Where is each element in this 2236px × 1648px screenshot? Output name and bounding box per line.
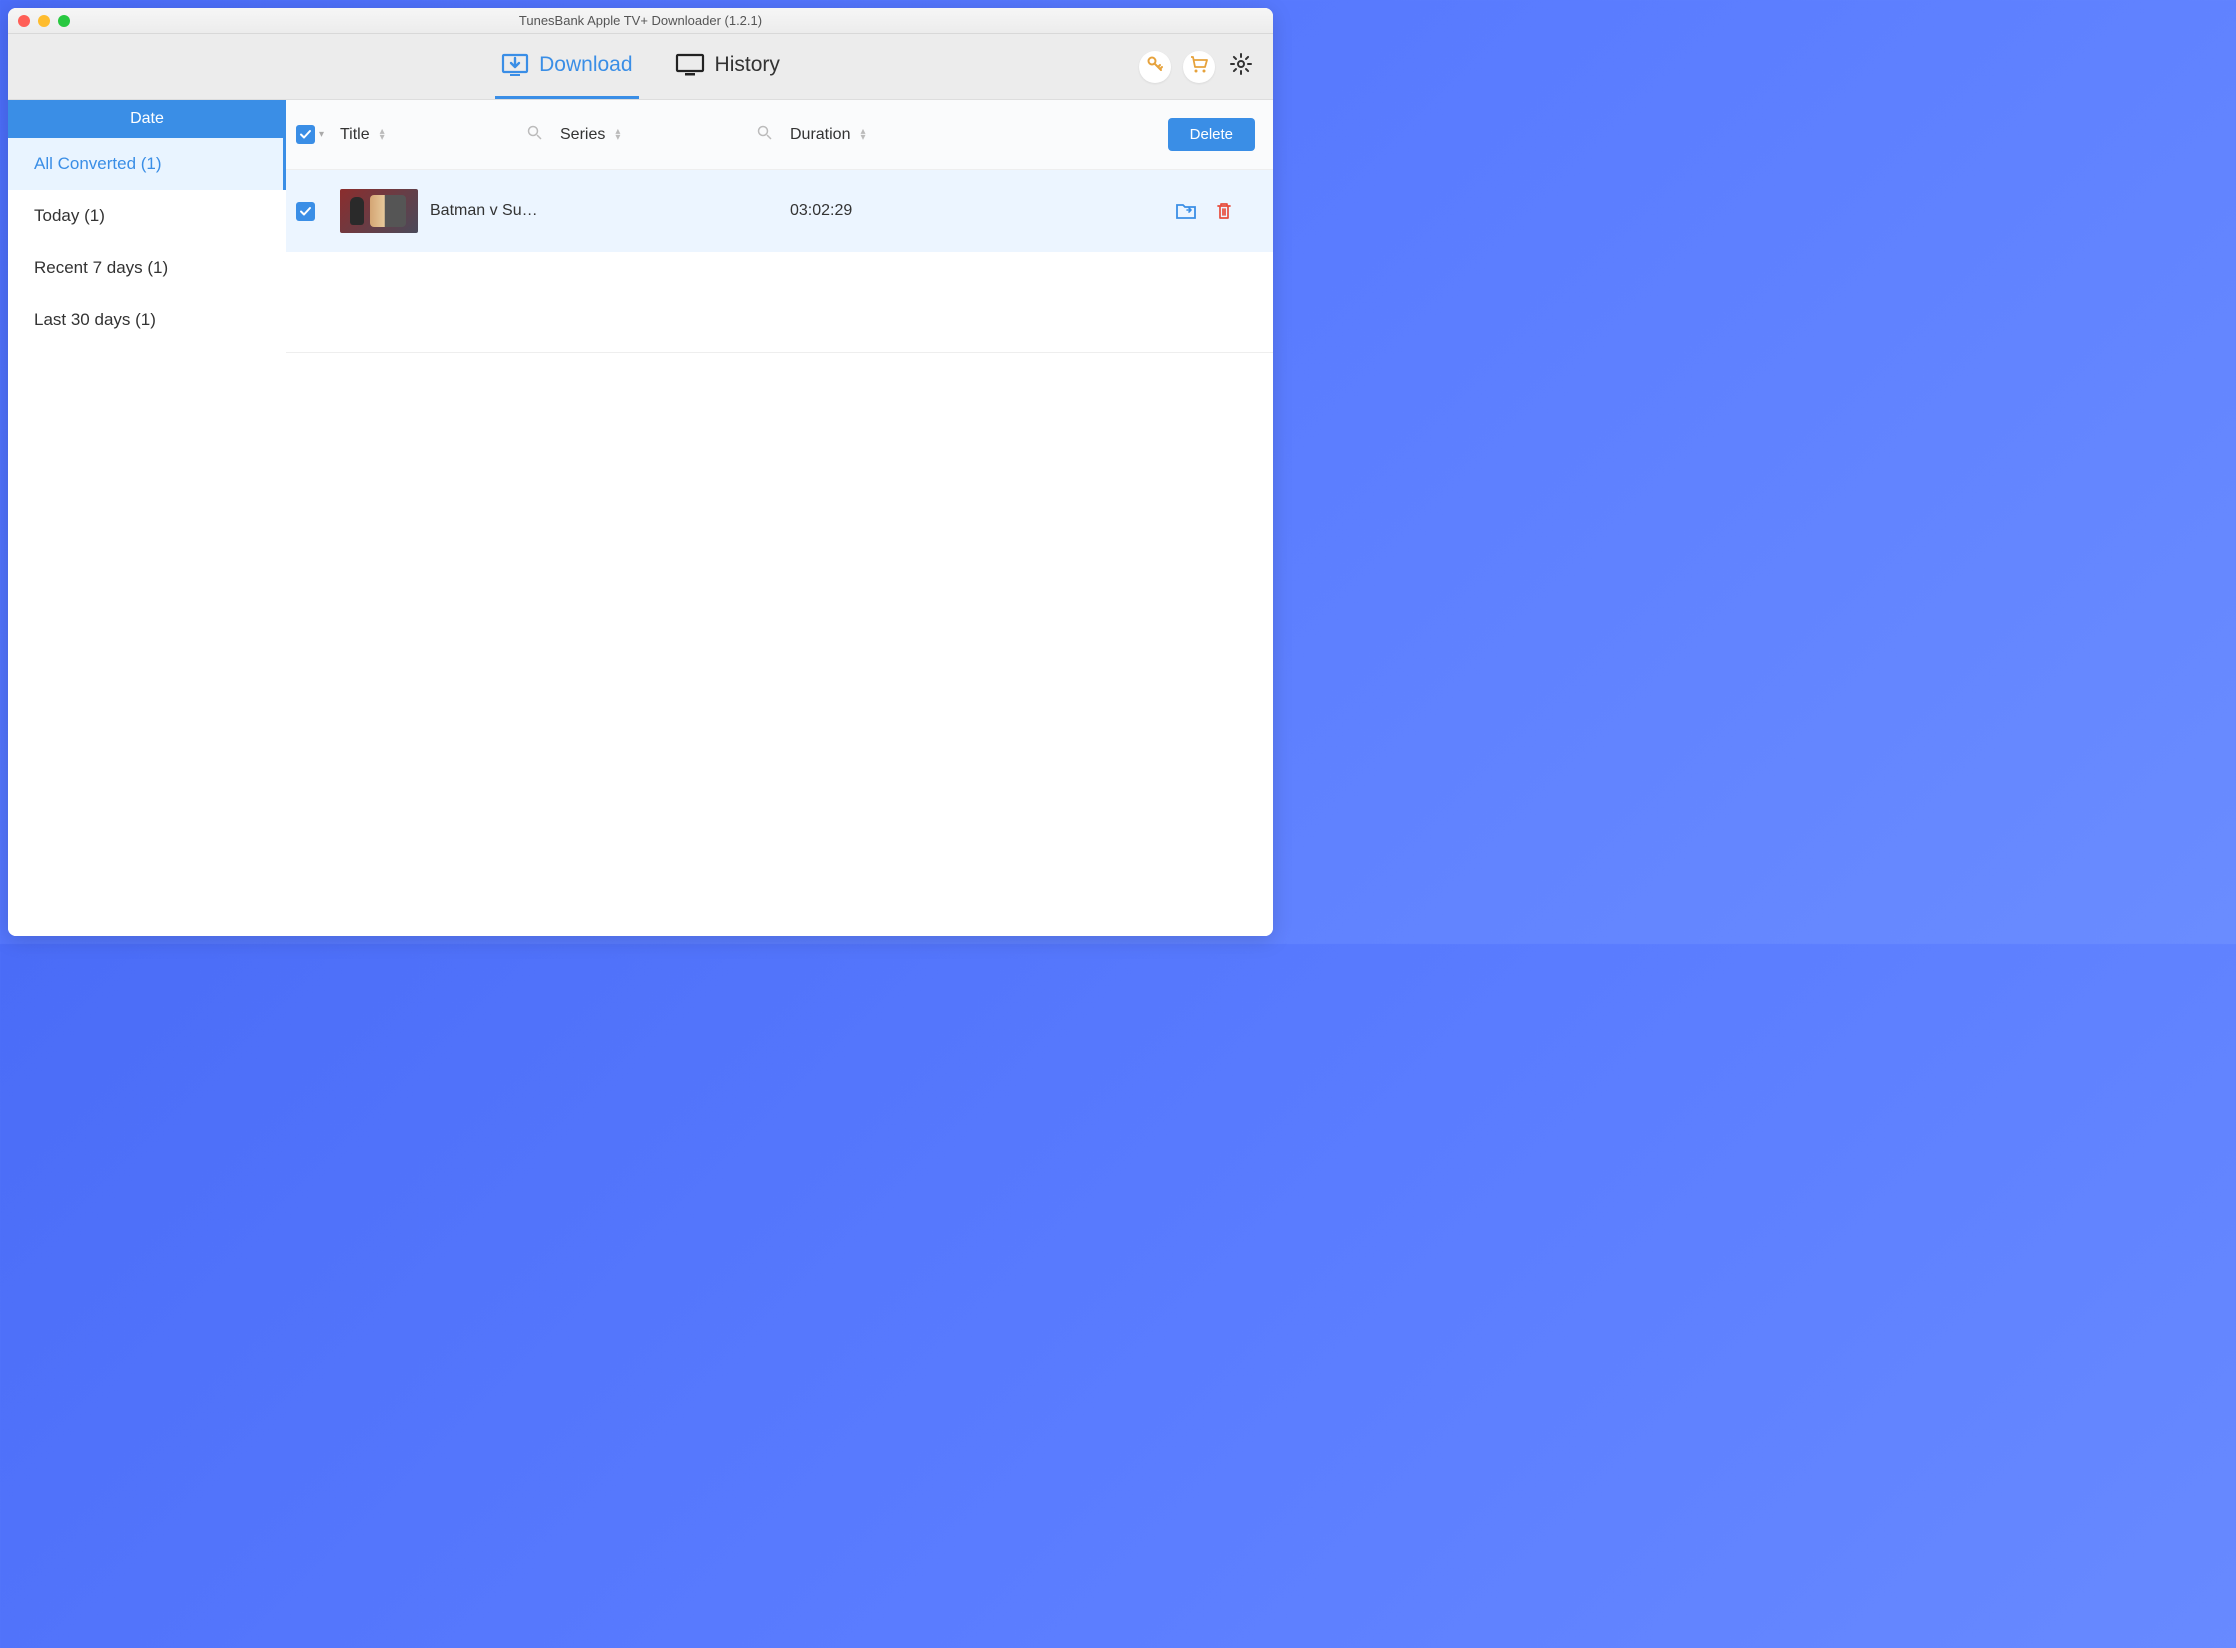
tab-history-label: History: [715, 53, 780, 77]
minimize-window-button[interactable]: [38, 15, 50, 27]
row-actions: [1010, 201, 1255, 221]
tab-download-label: Download: [539, 53, 632, 77]
table-row[interactable]: Batman v Su… 03:02:29: [286, 170, 1273, 252]
column-series-label: Series: [560, 126, 605, 144]
sort-icon: ▴▾: [380, 129, 385, 141]
key-icon: [1146, 55, 1164, 78]
main-panel: ▾ Title ▴▾ Series ▴▾ Durat: [286, 100, 1273, 936]
window-title: TunesBank Apple TV+ Downloader (1.2.1): [8, 13, 1273, 28]
table-header: ▾ Title ▴▾ Series ▴▾ Durat: [286, 100, 1273, 170]
sort-icon: ▴▾: [615, 129, 620, 141]
column-title-label: Title: [340, 126, 370, 144]
select-all-cell: ▾: [296, 125, 340, 144]
delete-row-button[interactable]: [1215, 201, 1233, 221]
app-window: TunesBank Apple TV+ Downloader (1.2.1) D…: [8, 8, 1273, 936]
sidebar-item-label: Recent 7 days (1): [34, 258, 168, 278]
column-header-duration[interactable]: Duration ▴▾: [790, 126, 1010, 144]
download-icon: [501, 53, 529, 77]
open-folder-button[interactable]: [1175, 202, 1197, 220]
delete-button[interactable]: Delete: [1168, 118, 1255, 151]
traffic-lights: [18, 15, 70, 27]
column-actions: Delete: [1010, 118, 1255, 151]
divider: [286, 352, 1273, 353]
maximize-window-button[interactable]: [58, 15, 70, 27]
column-duration-label: Duration: [790, 126, 850, 144]
sidebar-item-last-30-days[interactable]: Last 30 days (1): [8, 294, 286, 346]
titlebar: TunesBank Apple TV+ Downloader (1.2.1): [8, 8, 1273, 34]
sidebar-item-label: All Converted (1): [34, 154, 162, 174]
tab-download[interactable]: Download: [495, 34, 638, 99]
sidebar-item-recent-7-days[interactable]: Recent 7 days (1): [8, 242, 286, 294]
row-checkbox-cell: [296, 202, 340, 221]
row-duration: 03:02:29: [790, 202, 1010, 220]
tab-history[interactable]: History: [669, 34, 786, 99]
settings-button[interactable]: [1227, 53, 1255, 81]
tab-bar: Download History: [8, 34, 1273, 100]
search-icon[interactable]: [527, 125, 542, 145]
monitor-icon: [675, 53, 705, 77]
row-title: Batman v Su…: [430, 202, 560, 220]
sidebar-item-today[interactable]: Today (1): [8, 190, 286, 242]
sidebar-item-label: Today (1): [34, 206, 105, 226]
column-header-series[interactable]: Series ▴▾: [560, 126, 790, 144]
row-checkbox[interactable]: [296, 202, 315, 221]
cart-button[interactable]: [1183, 51, 1215, 83]
key-button[interactable]: [1139, 51, 1171, 83]
thumbnail: [340, 189, 418, 233]
close-window-button[interactable]: [18, 15, 30, 27]
sidebar-item-label: Last 30 days (1): [34, 310, 156, 330]
sidebar-header: Date: [8, 100, 286, 138]
sort-icon: ▴▾: [860, 129, 865, 141]
column-header-title[interactable]: Title ▴▾: [340, 126, 560, 144]
gear-icon: [1229, 52, 1253, 81]
toolbar-right: [1139, 51, 1255, 83]
select-all-checkbox[interactable]: [296, 125, 315, 144]
sidebar: Date All Converted (1) Today (1) Recent …: [8, 100, 286, 936]
cart-icon: [1189, 55, 1209, 78]
sidebar-item-all-converted[interactable]: All Converted (1): [8, 138, 286, 190]
chevron-down-icon[interactable]: ▾: [319, 129, 324, 140]
search-icon[interactable]: [757, 125, 772, 145]
content-area: Date All Converted (1) Today (1) Recent …: [8, 100, 1273, 936]
